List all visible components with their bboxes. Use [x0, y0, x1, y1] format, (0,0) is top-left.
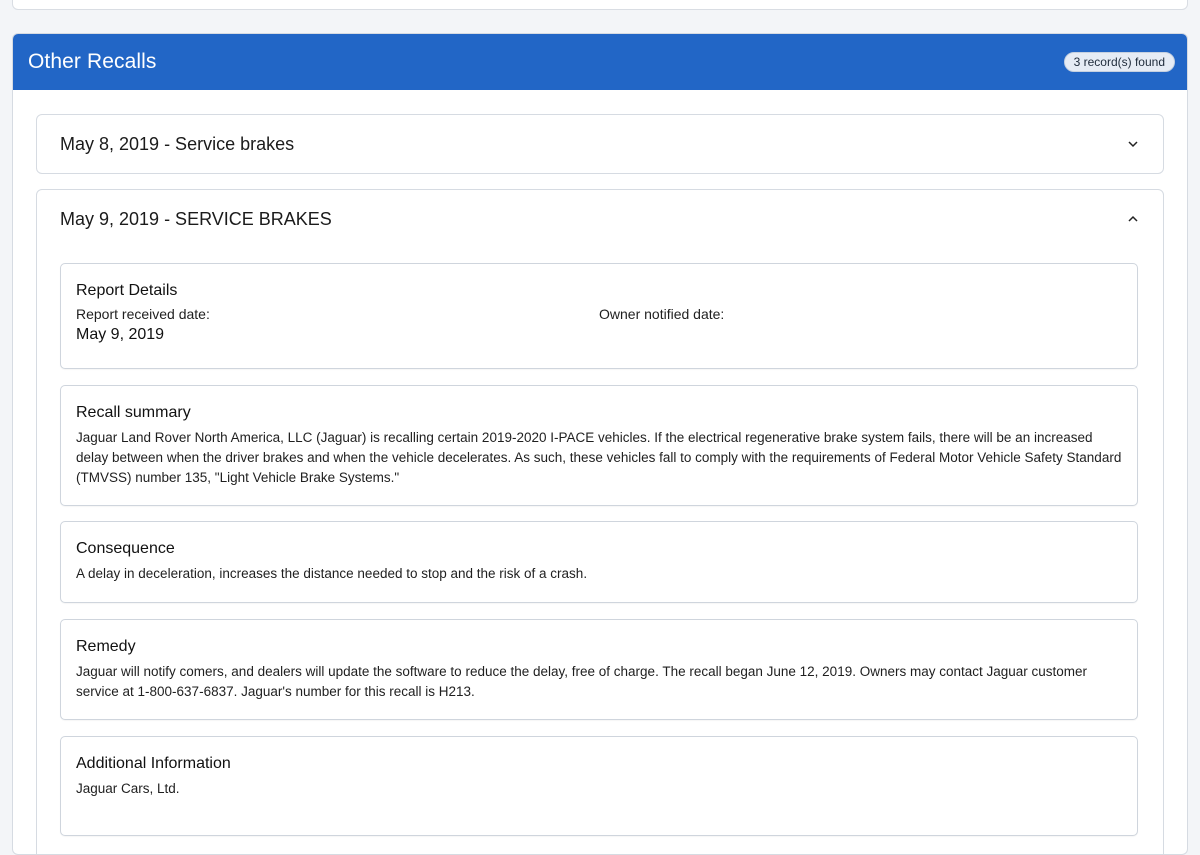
records-found-badge: 3 record(s) found	[1063, 52, 1175, 72]
recall-title: May 9, 2019 - SERVICE BRAKES	[60, 208, 332, 229]
chevron-down-icon[interactable]	[1127, 138, 1139, 150]
other-recalls-panel: Other Recalls 3 record(s) found May 8, 2…	[12, 33, 1188, 855]
recall-summary-card: Recall summary Jaguar Land Rover North A…	[60, 385, 1138, 506]
recall-title: May 8, 2019 - Service brakes	[60, 133, 295, 154]
additional-information-heading: Additional Information	[76, 755, 231, 772]
panel-header: Other Recalls 3 record(s) found	[13, 34, 1187, 90]
remedy-card: Remedy Jaguar will notify comers, and de…	[60, 619, 1138, 720]
previous-panel	[12, 0, 1188, 10]
report-received-label: Report received date:	[76, 306, 210, 322]
recall-summary-text: Jaguar Land Rover North America, LLC (Ja…	[76, 430, 1122, 485]
recall-accordion-item[interactable]: May 8, 2019 - Service brakes	[36, 114, 1164, 174]
report-details-card: Report Details Report received date: May…	[60, 263, 1138, 369]
remedy-heading: Remedy	[76, 638, 136, 655]
remedy-text: Jaguar will notify comers, and dealers w…	[76, 664, 1088, 699]
owner-notified-label: Owner notified date:	[599, 306, 725, 322]
recall-accordion-item-expanded: May 9, 2019 - SERVICE BRAKES Report Deta…	[36, 189, 1164, 854]
additional-information-text: Jaguar Cars, Ltd.	[76, 781, 180, 796]
consequence-heading: Consequence	[76, 540, 175, 557]
consequence-text: A delay in deceleration, increases the d…	[76, 566, 588, 581]
recall-accordion-header[interactable]: May 9, 2019 - SERVICE BRAKES	[37, 190, 1163, 248]
report-details-heading: Report Details	[76, 282, 178, 299]
additional-information-card: Additional Information Jaguar Cars, Ltd.	[60, 736, 1138, 836]
recall-accordion-header[interactable]: May 8, 2019 - Service brakes	[37, 115, 1163, 173]
recall-summary-heading: Recall summary	[76, 404, 191, 421]
panel-title: Other Recalls	[28, 50, 157, 73]
chevron-up-icon[interactable]	[1127, 213, 1139, 225]
consequence-card: Consequence A delay in deceleration, inc…	[60, 521, 1138, 603]
report-received-value: May 9, 2019	[76, 326, 165, 343]
